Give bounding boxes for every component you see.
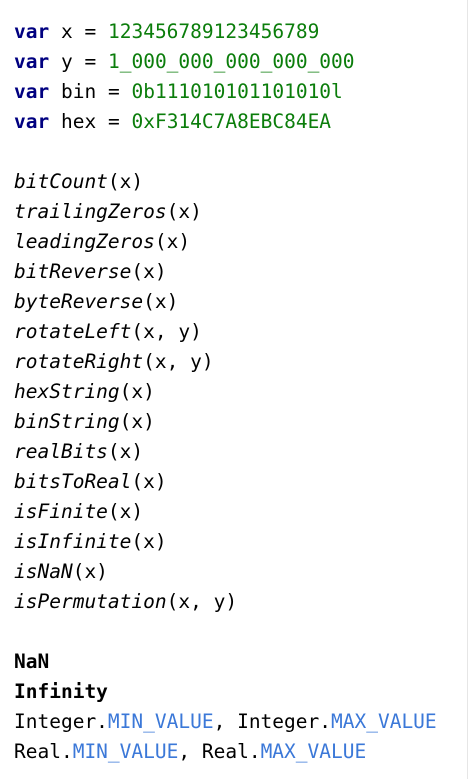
number-literal: 1_000_000_000_000_000 bbox=[107, 50, 355, 73]
code-line-nan: NaN bbox=[14, 647, 474, 677]
call-args: (x) bbox=[131, 260, 167, 283]
number-literal: 0xF314C7A8EBC84EA bbox=[131, 110, 332, 133]
function-name: isFinite bbox=[14, 500, 108, 523]
code-line-call: isPermutation(x, y) bbox=[14, 587, 474, 617]
code-line-call: isNaN(x) bbox=[14, 557, 474, 587]
keyword-var: var bbox=[14, 20, 50, 43]
function-name: bitCount bbox=[14, 170, 108, 193]
function-name: bitsToReal bbox=[14, 470, 132, 493]
right-margin-guide bbox=[467, 0, 468, 779]
constant-infinity: Infinity bbox=[14, 680, 108, 703]
function-name: rotateRight bbox=[14, 350, 144, 373]
class-name: Real. bbox=[201, 740, 261, 763]
static-field: MIN_VALUE bbox=[72, 740, 179, 763]
code-editor[interactable]: var x = 123456789123456789 var y = 1_000… bbox=[0, 0, 474, 779]
code-line-call: binString(x) bbox=[14, 407, 474, 437]
code-line-call: rotateRight(x, y) bbox=[14, 347, 474, 377]
number-literal: 0b111010101101010l bbox=[131, 80, 343, 103]
assign-op: = bbox=[84, 20, 97, 43]
call-args: (x) bbox=[107, 500, 144, 523]
class-name: Integer. bbox=[14, 710, 108, 733]
code-line-infinity: Infinity bbox=[14, 677, 474, 707]
function-name: binString bbox=[14, 410, 120, 433]
constant-nan: NaN bbox=[14, 650, 50, 673]
call-args: (x) bbox=[119, 410, 155, 433]
assign-op: = bbox=[84, 50, 97, 73]
function-name: trailingZeros bbox=[14, 200, 167, 223]
static-field: MIN_VALUE bbox=[107, 710, 214, 733]
code-line-call: leadingZeros(x) bbox=[14, 227, 474, 257]
function-name: leadingZeros bbox=[14, 230, 155, 253]
code-line-call: bitCount(x) bbox=[14, 167, 474, 197]
var-name: bin bbox=[60, 80, 97, 103]
code-line-call: isInfinite(x) bbox=[14, 527, 474, 557]
static-field: MAX_VALUE bbox=[260, 740, 367, 763]
call-args: (x) bbox=[131, 530, 167, 553]
code-line-call: byteReverse(x) bbox=[14, 287, 474, 317]
call-args: (x) bbox=[154, 230, 191, 253]
var-name: y bbox=[60, 50, 73, 73]
static-field: MAX_VALUE bbox=[331, 710, 437, 733]
keyword-var: var bbox=[14, 80, 50, 103]
function-name: isNaN bbox=[14, 560, 73, 583]
number-literal: 123456789123456789 bbox=[107, 20, 320, 43]
code-line-call: rotateLeft(x, y) bbox=[14, 317, 474, 347]
assign-op: = bbox=[107, 80, 120, 103]
keyword-var: var bbox=[14, 50, 50, 73]
code-line-call: bitsToReal(x) bbox=[14, 467, 474, 497]
code-line-call: realBits(x) bbox=[14, 437, 474, 467]
function-name: realBits bbox=[14, 440, 108, 463]
code-line-var-y: var y = 1_000_000_000_000_000 bbox=[14, 47, 474, 77]
call-args: (x) bbox=[107, 170, 144, 193]
code-line-var-bin: var bin = 0b111010101101010l bbox=[14, 77, 474, 107]
separator: , bbox=[178, 740, 202, 763]
class-name: Real. bbox=[14, 740, 73, 763]
keyword-var: var bbox=[14, 110, 50, 133]
call-args: (x) bbox=[72, 560, 108, 583]
function-name: hexString bbox=[14, 380, 120, 403]
function-name: isInfinite bbox=[14, 530, 132, 553]
assign-op: = bbox=[107, 110, 120, 133]
function-name: isPermutation bbox=[14, 590, 167, 613]
function-name: rotateLeft bbox=[14, 320, 132, 343]
function-name: byteReverse bbox=[14, 290, 144, 313]
call-args: (x) bbox=[107, 440, 144, 463]
call-args: (x) bbox=[119, 380, 155, 403]
code-line-var-hex: var hex = 0xF314C7A8EBC84EA bbox=[14, 107, 474, 137]
code-line-call: hexString(x) bbox=[14, 377, 474, 407]
code-line-call: isFinite(x) bbox=[14, 497, 474, 527]
code-line-integer-limits: Integer.MIN_VALUE, Integer.MAX_VALUE bbox=[14, 707, 474, 737]
code-line-real-limits: Real.MIN_VALUE, Real.MAX_VALUE bbox=[14, 737, 474, 767]
call-args: (x, y) bbox=[143, 350, 214, 373]
call-args: (x) bbox=[143, 290, 179, 313]
var-name: x bbox=[60, 20, 73, 43]
call-args: (x) bbox=[166, 200, 202, 223]
separator: , bbox=[213, 710, 238, 733]
call-args: (x, y) bbox=[166, 590, 238, 613]
call-args: (x) bbox=[131, 470, 167, 493]
code-line-call: bitReverse(x) bbox=[14, 257, 474, 287]
code-line-var-x: var x = 123456789123456789 bbox=[14, 17, 474, 47]
call-args: (x, y) bbox=[131, 320, 202, 343]
function-name: bitReverse bbox=[14, 260, 132, 283]
class-name: Integer. bbox=[237, 710, 331, 733]
code-line-call: trailingZeros(x) bbox=[14, 197, 474, 227]
var-name: hex bbox=[60, 110, 97, 133]
